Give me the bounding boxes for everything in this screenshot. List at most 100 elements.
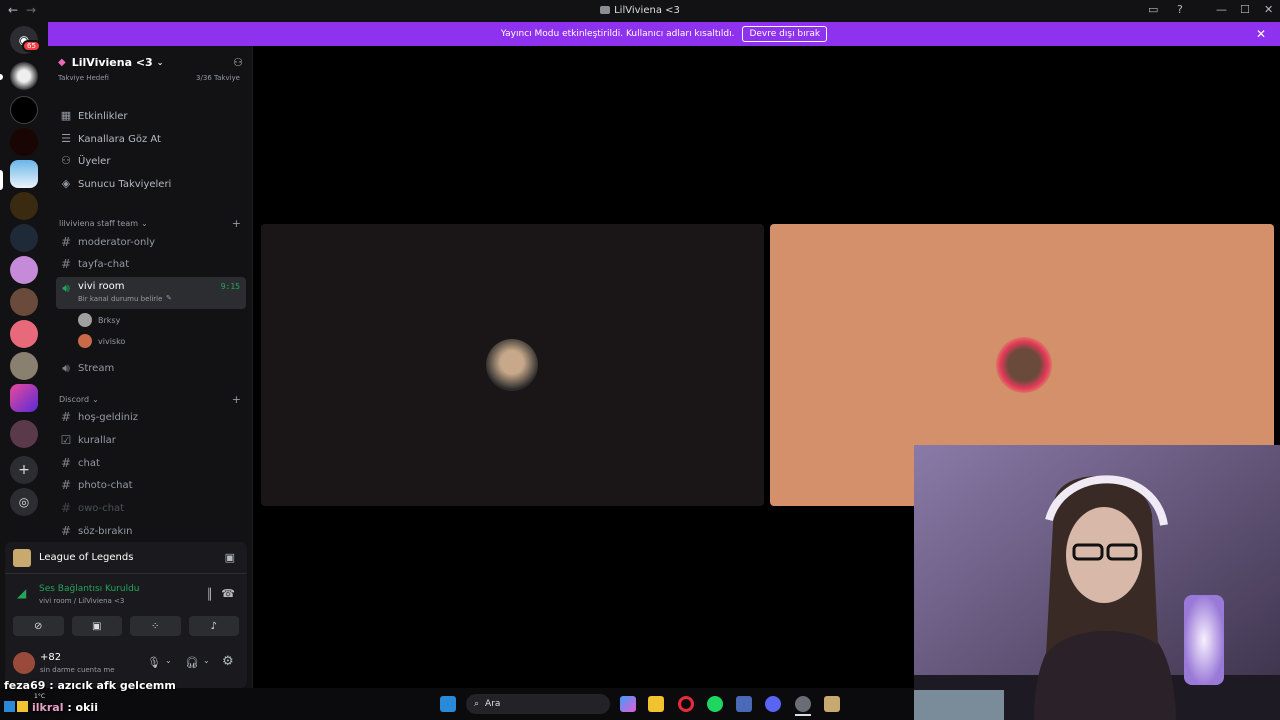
user-status: sin darme cuenta me — [40, 666, 115, 674]
server-avatar[interactable] — [10, 320, 38, 348]
channel-stream[interactable]: 🔊︎ Stream — [56, 357, 246, 379]
nav-server-boosts[interactable]: ◈ Sunucu Takviyeleri — [56, 173, 246, 195]
add-channel-icon[interactable]: + — [232, 217, 241, 230]
category-name: lilviviena staff team — [59, 218, 139, 228]
server-avatar[interactable] — [10, 96, 38, 124]
avatar — [78, 334, 92, 348]
voice-user[interactable]: vivisko — [78, 332, 125, 350]
close-icon[interactable]: ✕ — [1256, 27, 1266, 41]
streamer-mode-banner: Yayıncı Modu etkinleştirildi. Kullanıcı … — [48, 22, 1280, 46]
window-title: LilViviena <3 — [614, 5, 680, 16]
close-button[interactable]: ✕ — [1264, 3, 1273, 16]
server-avatar[interactable] — [10, 288, 38, 316]
channel-name: hoş-geldiniz — [78, 411, 139, 423]
voice-user[interactable]: Brksy — [78, 311, 120, 329]
hash-icon: # — [60, 456, 72, 470]
nav-events[interactable]: ▦ Etkinlikler — [56, 105, 246, 127]
server-avatar[interactable] — [10, 192, 38, 220]
spotify-icon[interactable] — [707, 696, 723, 712]
screen-share-button[interactable]: ▣ — [71, 616, 122, 636]
chat-message: feza69 : azıcık afk gelcemm — [4, 679, 176, 692]
unread-pip — [0, 74, 3, 80]
channel-owo-chat[interactable]: # owo-chat — [56, 497, 246, 519]
hash-icon: # — [60, 501, 72, 515]
server-avatar[interactable] — [10, 420, 38, 448]
windows-start-icon[interactable] — [440, 696, 456, 712]
stream-screen-icon[interactable]: ▣ — [225, 551, 235, 564]
voice-user-name: vivisko — [98, 336, 126, 346]
nav-label: Üyeler — [78, 155, 111, 167]
gear-icon[interactable]: ⚙ — [222, 654, 234, 669]
voice-user-name: Brksy — [98, 315, 121, 325]
server-avatar[interactable] — [10, 256, 38, 284]
user-name[interactable]: +82 — [40, 652, 61, 663]
headphones-icon[interactable]: 🎧︎ — [185, 656, 199, 669]
noise-suppression-icon[interactable]: ║ — [206, 588, 213, 601]
avatar[interactable] — [13, 652, 35, 674]
soundboard-button[interactable]: ♪ — [188, 616, 239, 636]
discord-icon[interactable] — [765, 696, 781, 712]
category-staff-team[interactable]: lilviviena staff team ⌄ + — [59, 216, 245, 230]
voice-status[interactable]: Ses Bağlantısı Kuruldu — [39, 584, 139, 594]
game-icon — [13, 548, 31, 567]
add-channel-icon[interactable]: + — [232, 393, 241, 406]
category-discord[interactable]: Discord ⌄ + — [59, 392, 245, 406]
disable-streamer-mode-button[interactable]: Devre dışı bırak — [742, 26, 828, 42]
league-client-icon[interactable] — [824, 696, 840, 712]
disconnect-icon[interactable]: ☎ — [221, 587, 235, 600]
copilot-icon[interactable] — [620, 696, 636, 712]
obs-icon[interactable] — [795, 696, 811, 712]
nav-browse-channels[interactable]: ☰ Kanallara Göz At — [56, 128, 246, 150]
activity-card[interactable]: League of Legends ▣ — [5, 542, 247, 574]
chat-message: ilkral : okii — [4, 701, 98, 714]
channel-name: tayfa-chat — [78, 258, 130, 270]
taskbar-search[interactable]: ⌕ Ara — [466, 694, 610, 714]
chat-user: feza69 — [4, 679, 46, 692]
channel-vivi-room[interactable]: 🔊︎ vivi room 9:15 Bir kanal durumu belir… — [56, 277, 246, 309]
voice-connection: ◢ Ses Bağlantısı Kuruldu vivi room / Lil… — [5, 578, 247, 612]
channel-name: Stream — [78, 362, 115, 374]
minimize-button[interactable]: — — [1216, 3, 1227, 16]
soundboard-icon: ♪ — [210, 620, 217, 632]
channel-photo-chat[interactable]: # photo-chat — [56, 474, 246, 496]
screen-share-icon: ▣ — [92, 620, 102, 632]
inbox-icon[interactable]: ▭ — [1148, 3, 1158, 16]
steam-icon[interactable] — [736, 696, 752, 712]
server-avatar[interactable] — [10, 224, 38, 252]
discover-icon[interactable]: ◎ — [10, 488, 38, 516]
camera-button[interactable]: ⊘ — [13, 616, 64, 636]
maximize-button[interactable]: ☐ — [1240, 3, 1250, 16]
microphone-icon[interactable]: 🎙︎ — [147, 656, 161, 669]
participant-tile[interactable] — [261, 224, 764, 506]
active-app-indicator — [795, 714, 811, 716]
server-avatar[interactable] — [10, 352, 38, 380]
voice-location[interactable]: vivi room / LilViviena <3 — [39, 597, 124, 605]
channel-tayfa-chat[interactable]: # tayfa-chat — [56, 253, 246, 275]
chevron-down-icon: ⌄ — [156, 57, 164, 67]
activities-button[interactable]: ⁘ — [130, 616, 181, 636]
add-server-icon[interactable]: + — [10, 456, 38, 484]
channel-hos-geldiniz[interactable]: # hoş-geldiniz — [56, 406, 246, 428]
help-icon[interactable]: ? — [1177, 3, 1183, 16]
boost-goal[interactable]: Takviye Hedefi 3/36 Takviye — [58, 74, 244, 86]
chat-text: okii — [75, 701, 98, 714]
channel-moderator-only[interactable]: # moderator-only — [56, 231, 246, 253]
server-folder[interactable] — [10, 384, 38, 412]
channel-soz-birakin[interactable]: # söz-bırakın — [56, 520, 246, 542]
channel-kurallar[interactable]: ☑ kurallar — [56, 429, 246, 451]
channel-chat[interactable]: # chat — [56, 452, 246, 474]
hash-icon: # — [60, 524, 72, 538]
opera-icon[interactable] — [678, 696, 694, 712]
chevron-down-icon[interactable]: ⌄ — [165, 656, 172, 665]
server-avatar-selected[interactable] — [10, 160, 38, 188]
server-avatar[interactable] — [10, 62, 38, 90]
nav-members[interactable]: ⚇ Üyeler — [56, 150, 246, 172]
banner-text: Yayıncı Modu etkinleştirildi. Kullanıcı … — [500, 29, 735, 39]
server-avatar[interactable] — [10, 128, 38, 156]
invite-icon[interactable]: ⚇ — [233, 56, 243, 69]
file-explorer-icon[interactable] — [648, 696, 664, 712]
pencil-icon[interactable]: ✎ — [166, 294, 172, 302]
channel-status[interactable]: Bir kanal durumu belirle — [78, 295, 162, 303]
signal-icon[interactable]: ◢ — [17, 586, 26, 600]
chevron-down-icon[interactable]: ⌄ — [203, 656, 210, 665]
